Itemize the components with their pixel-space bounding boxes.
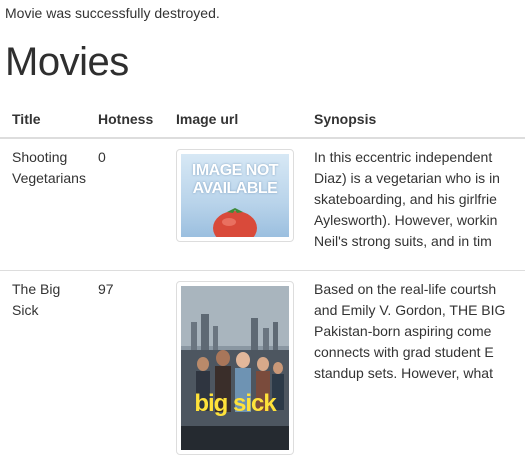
synopsis-line: skateboarding, and his girlfrie	[314, 191, 497, 207]
column-header-image-url: Image url	[176, 103, 314, 139]
poster-title: big sick	[194, 389, 276, 417]
synopsis-line: and Emily V. Gordon, THE BIG	[314, 301, 506, 318]
synopsis-line: Diaz) is a vegetarian who is in	[314, 170, 500, 186]
synopsis-line: Aylesworth). However, workin	[314, 212, 498, 228]
image-cell: IMAGE NOT AVAILABLE	[176, 137, 314, 270]
movie-poster-image: big sick	[181, 285, 289, 450]
column-header-synopsis: Synopsis	[314, 103, 525, 139]
synopsis-cell: Based on the real-life courtsh and Emily…	[314, 269, 525, 459]
synopsis-line: standup sets. However, what	[314, 364, 493, 381]
movies-table: Title Hotness Image url Synopsis Shootin…	[0, 103, 525, 459]
synopsis-cell: In this eccentric independent Diaz) is a…	[314, 137, 525, 270]
placeholder-text: IMAGE NOT AVAILABLE	[181, 162, 289, 198]
synopsis-line: connects with grad student E	[314, 343, 494, 360]
column-header-hotness: Hotness	[98, 103, 176, 139]
synopsis-line: Based on the real-life courtsh	[314, 280, 497, 297]
synopsis-line: In this eccentric independent	[314, 149, 493, 165]
movie-title-line: The Big	[12, 280, 61, 297]
table-header-row: Title Hotness Image url Synopsis	[0, 103, 525, 139]
placeholder-text-line: AVAILABLE	[192, 180, 278, 197]
column-header-title: Title	[0, 103, 98, 139]
table-row: The Big Sick 97 big sick Based on the re…	[0, 269, 525, 459]
image-cell: big sick	[176, 269, 314, 459]
hotness-cell: 0	[98, 137, 176, 270]
movie-title-cell: The Big Sick	[0, 269, 98, 459]
movie-title-line: Sick	[12, 301, 39, 318]
hotness-cell: 97	[98, 269, 176, 459]
flash-notice: Movie was successfully destroyed.	[5, 5, 220, 21]
page-title: Movies	[5, 40, 129, 84]
movie-thumbnail: IMAGE NOT AVAILABLE	[176, 149, 294, 242]
movie-title-cell: Shooting Vegetarians	[0, 137, 98, 270]
image-not-available-placeholder: IMAGE NOT AVAILABLE	[181, 154, 289, 237]
movies-table-container: Title Hotness Image url Synopsis Shootin…	[0, 103, 525, 459]
synopsis-line: Neil's strong suits, and in tim	[314, 233, 492, 249]
table-row: Shooting Vegetarians 0 IMAGE NOT AVAILAB…	[0, 137, 525, 270]
movie-thumbnail: big sick	[176, 280, 294, 455]
movie-title-line: Vegetarians	[12, 170, 86, 186]
synopsis-line: Pakistan-born aspiring come	[314, 322, 492, 339]
poster-artwork	[181, 285, 289, 450]
placeholder-text-line: IMAGE NOT	[191, 162, 279, 179]
movie-title-line: Shooting	[12, 149, 68, 165]
